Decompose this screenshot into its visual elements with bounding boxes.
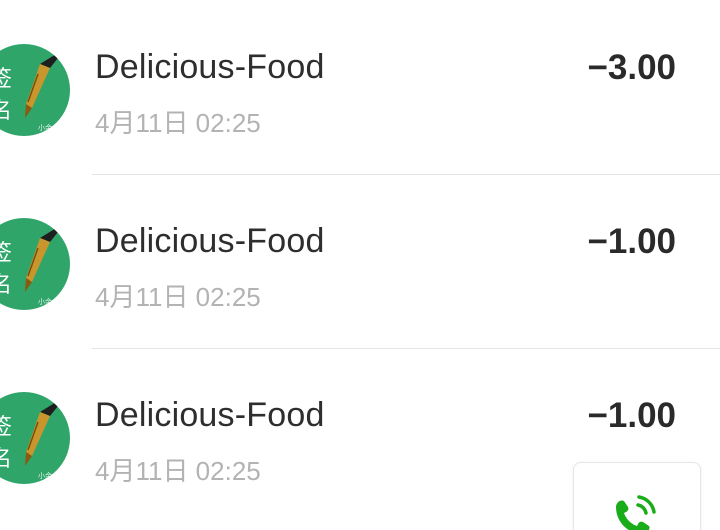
avatar-glyph-top: 签	[0, 415, 12, 440]
phone-call-icon	[610, 493, 660, 530]
transaction-time: 4月11日 02:25	[95, 456, 261, 486]
avatar-glyph-bottom: 名	[0, 273, 12, 298]
merchant-avatar: 签 名 小余	[0, 44, 70, 136]
avatar-glyph-bottom: 名	[0, 99, 12, 124]
avatar-glyph-top: 签	[0, 67, 12, 92]
floating-call-button[interactable]	[573, 462, 701, 530]
avatar-glyph-top: 签	[0, 241, 12, 266]
transaction-time: 4月11日 02:25	[95, 282, 261, 312]
merchant-name: Delicious-Food	[95, 396, 325, 434]
transaction-amount: −1.00	[587, 222, 676, 261]
transaction-list: 签 名 小余 Delicious-Food 4月11日 02:25 −3.00 …	[0, 0, 720, 530]
avatar-glyph-bottom: 名	[0, 447, 12, 472]
merchant-avatar: 签 名 小余	[0, 218, 70, 310]
merchant-avatar: 签 名 小余	[0, 392, 70, 484]
svg-text:小余: 小余	[38, 123, 52, 132]
transaction-amount: −1.00	[587, 396, 676, 435]
transaction-time: 4月11日 02:25	[95, 108, 261, 138]
svg-text:小余: 小余	[38, 297, 52, 306]
merchant-name: Delicious-Food	[95, 222, 325, 260]
svg-text:小余: 小余	[38, 471, 52, 480]
transaction-row[interactable]: 签 名 小余 Delicious-Food 4月11日 02:25 −3.00	[0, 0, 720, 175]
transaction-amount: −3.00	[587, 48, 676, 87]
merchant-name: Delicious-Food	[95, 48, 325, 86]
transaction-row[interactable]: 签 名 小余 Delicious-Food 4月11日 02:25 −1.00	[0, 174, 720, 349]
